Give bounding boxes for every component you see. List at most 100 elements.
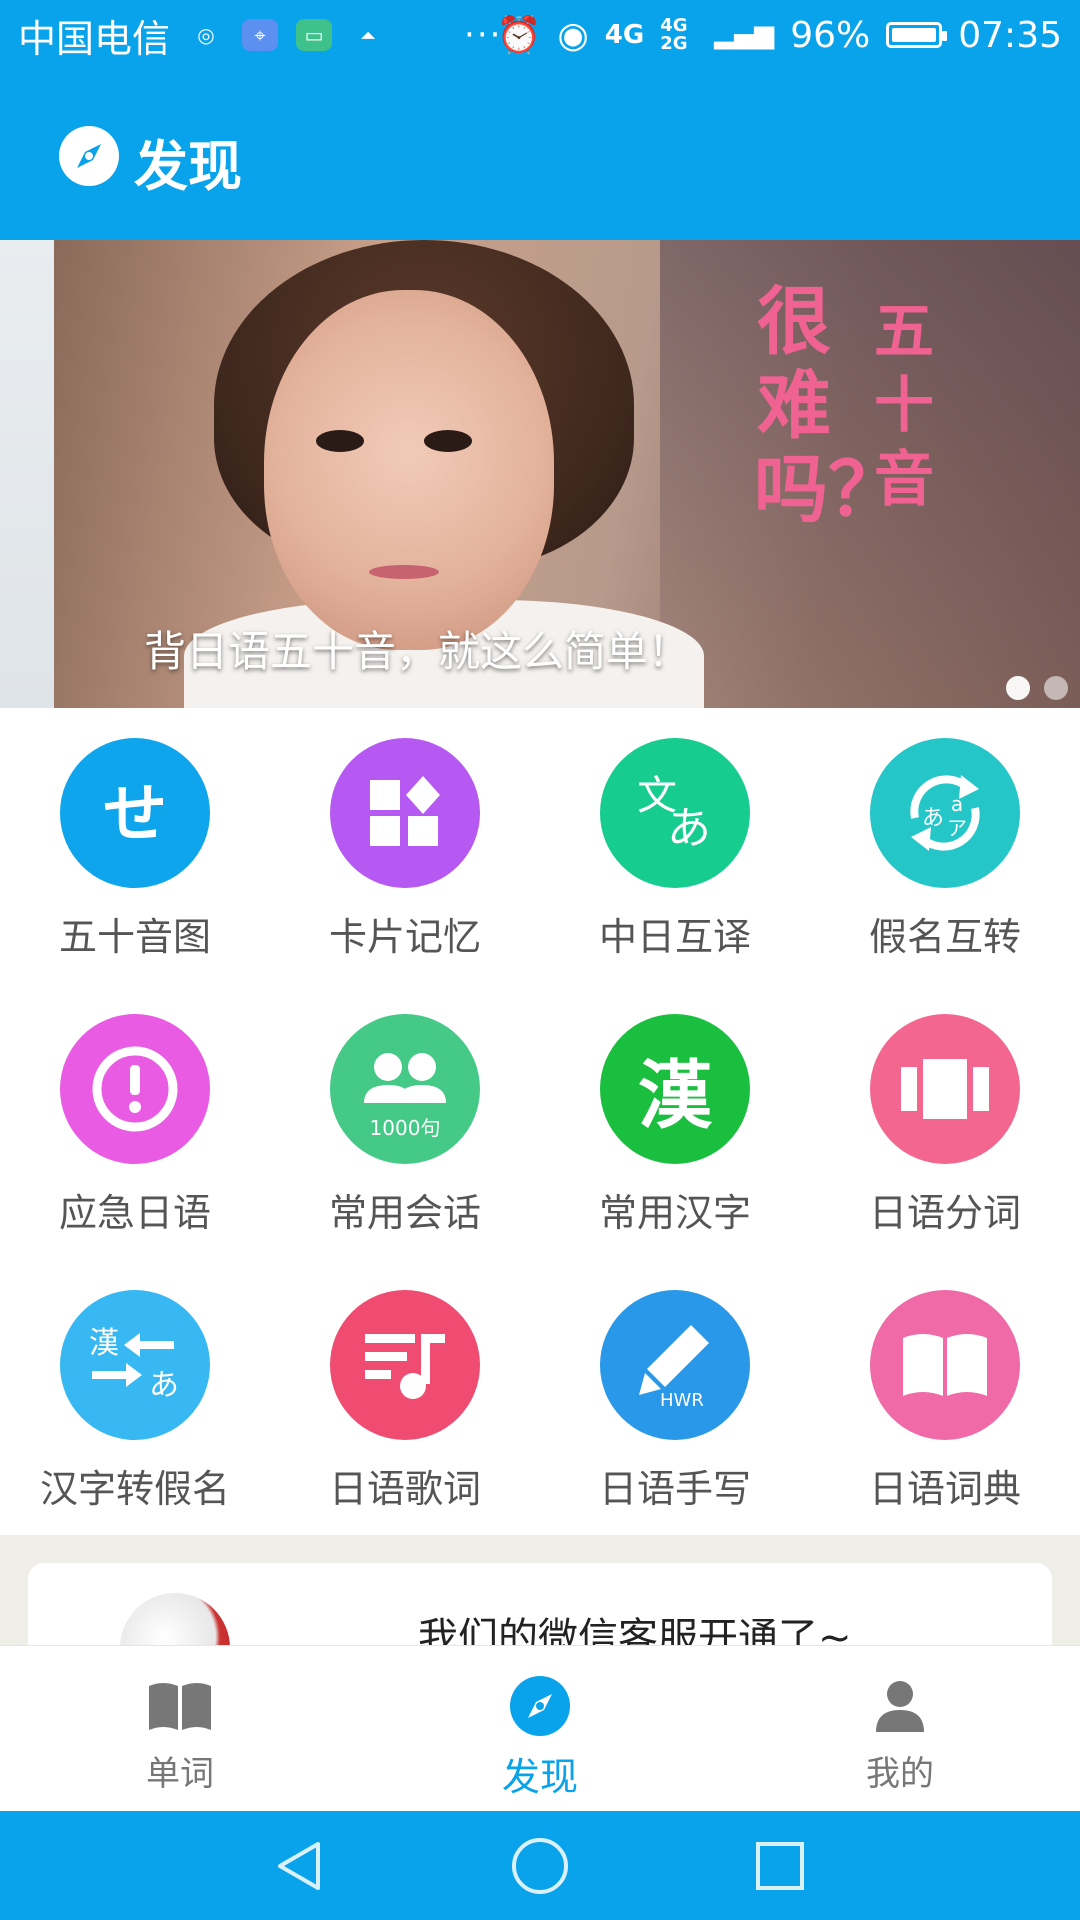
- tab-words[interactable]: 单词: [0, 1646, 360, 1812]
- svg-text:ア: ア: [947, 816, 967, 840]
- status-bar: 中国电信 ◎ ⌖ ▭ ⏶ ··· ⏰ ◉ 4G 4G 2G ▂▄▆ 96% 07…: [0, 0, 1080, 70]
- feature-icon-circle: 文 あ: [600, 738, 750, 888]
- location-icon: ⌖: [242, 19, 279, 51]
- feature-label: 应急日语: [58, 1191, 211, 1235]
- banner-deco-text-2: 五十音: [874, 297, 934, 515]
- kana-glyph: あ: [149, 1368, 179, 1403]
- feature-label: 日语手写: [598, 1467, 751, 1511]
- network-4g2g: 4G 2G: [660, 15, 688, 54]
- feature-translate[interactable]: 文 あ 中日互译: [540, 720, 810, 990]
- recents-square-icon: [756, 1841, 804, 1890]
- feature-label: 卡片记忆: [328, 915, 481, 959]
- tab-label: 单词: [146, 1754, 214, 1794]
- app-bar: 发现: [0, 70, 1080, 240]
- tab-discover[interactable]: 发现: [360, 1646, 720, 1812]
- feature-label: 汉字转假名: [39, 1467, 230, 1511]
- feature-lyrics[interactable]: 日语歌词: [270, 1272, 540, 1542]
- battery-percent: 96%: [790, 14, 871, 56]
- feature-icon-circle: 1000句: [330, 1014, 480, 1164]
- compass-icon: [59, 126, 119, 186]
- banner-carousel[interactable]: 很难吗？ 五十音 背日语五十音，就这么简单！: [0, 240, 1080, 708]
- kana-convert-icon: あ a ア: [910, 775, 980, 851]
- feature-icon-circle: [60, 1014, 210, 1164]
- feature-icon-circle: 漢 あ: [60, 1290, 210, 1440]
- carrier-label: 中国电信: [18, 16, 171, 61]
- dictionary-icon: [903, 1334, 987, 1396]
- banner-eye-right: [424, 430, 472, 452]
- compass-icon: [505, 1676, 575, 1736]
- book-icon: [145, 1676, 215, 1736]
- status-bar-left: 中国电信 ◎ ⌖ ▭ ⏶ ···: [18, 10, 502, 61]
- feature-emergency-japanese[interactable]: 应急日语: [0, 996, 270, 1266]
- feature-flashcards[interactable]: 卡片记忆: [270, 720, 540, 990]
- status-bar-right: ⏰ ◉ 4G 4G 2G ▂▄▆ 96% 07:35: [497, 10, 1062, 60]
- network-4g: 4G: [604, 20, 645, 50]
- conversation-badge: 1000句: [369, 1116, 441, 1140]
- feature-icon-circle: 漢: [600, 1014, 750, 1164]
- wifi-hotspot-icon: ◎: [197, 23, 215, 47]
- feature-icon-circle: [330, 738, 480, 888]
- feature-icon-circle: せ: [60, 738, 210, 888]
- tab-label: 我的: [866, 1754, 934, 1794]
- feature-kanji-to-kana[interactable]: 漢 あ 汉字转假名: [0, 1272, 270, 1542]
- system-navigation-bar: [0, 1811, 1080, 1920]
- feature-icon-circle: [870, 1290, 1020, 1440]
- alert-icon: [92, 1046, 178, 1132]
- handwriting-badge: HWR: [660, 1390, 704, 1411]
- segment-icon: [901, 1059, 989, 1119]
- page-title: 发现: [134, 135, 242, 198]
- feature-icon-circle: [870, 1014, 1020, 1164]
- svg-text:せ: せ: [103, 778, 167, 852]
- briefcase-icon: ▭: [296, 19, 333, 51]
- banner-deco-text-1: 很难吗？: [754, 279, 902, 533]
- cards-icon: [370, 776, 440, 846]
- feature-word-segmentation[interactable]: 日语分词: [810, 996, 1080, 1266]
- feature-grid: せ 五十音图 卡片记忆 文 あ 中日互译 あ a ア 假名互转 应急日语 100…: [0, 720, 1080, 1530]
- banner-previous-slide[interactable]: [0, 240, 54, 708]
- recents-button[interactable]: [720, 1811, 840, 1920]
- feature-kana-chart[interactable]: せ 五十音图: [0, 720, 270, 990]
- person-icon: [865, 1676, 935, 1736]
- banner-person-face: [264, 290, 554, 650]
- tab-label: 发现: [501, 1755, 578, 1799]
- feature-label: 五十音图: [58, 915, 211, 959]
- banner-caption: 背日语五十音，就这么简单！: [144, 627, 691, 676]
- feature-icon-circle: HWR: [600, 1290, 750, 1440]
- feature-conversation[interactable]: 1000句 常用会话: [270, 996, 540, 1266]
- screen: 中国电信 ◎ ⌖ ▭ ⏶ ··· ⏰ ◉ 4G 4G 2G ▂▄▆ 96% 07…: [0, 0, 1080, 1920]
- feature-label: 中日互译: [598, 915, 751, 959]
- kanji-glyph: 漢: [89, 1326, 119, 1361]
- banner-mouth: [369, 565, 439, 579]
- lyrics-icon: [365, 1334, 445, 1399]
- feature-icon-circle: あ a ア: [870, 738, 1020, 888]
- feature-label: 日语分词: [868, 1191, 1021, 1235]
- feature-label: 日语词典: [868, 1467, 1021, 1511]
- kanji-to-kana-icon: 漢 あ: [89, 1326, 179, 1403]
- svg-text:あ: あ: [667, 803, 711, 854]
- back-button[interactable]: [240, 1811, 360, 1920]
- carousel-indicator: [1006, 676, 1068, 700]
- home-button[interactable]: [480, 1811, 600, 1920]
- signal-icon: ▂▄▆: [714, 20, 775, 50]
- back-triangle-icon: [278, 1841, 320, 1890]
- feature-kana-convert[interactable]: あ a ア 假名互转: [810, 720, 1080, 990]
- feature-label: 假名互转: [868, 915, 1021, 959]
- feature-label: 常用会话: [328, 1191, 481, 1235]
- feature-label: 常用汉字: [598, 1191, 751, 1235]
- banner-image[interactable]: 很难吗？ 五十音 背日语五十音，就这么简单！: [54, 240, 1080, 708]
- clock-time: 07:35: [958, 14, 1062, 56]
- tab-mine[interactable]: 我的: [720, 1646, 1080, 1812]
- kana-se-icon: せ: [103, 778, 167, 852]
- banner-eye-left: [316, 430, 364, 452]
- feature-label: 日语歌词: [328, 1467, 481, 1511]
- feature-dictionary[interactable]: 日语词典: [810, 1272, 1080, 1542]
- carousel-dot-active[interactable]: [1006, 676, 1030, 700]
- feature-handwriting[interactable]: HWR 日语手写: [540, 1272, 810, 1542]
- bottom-tab-bar: 单词 发现 我的: [0, 1645, 1080, 1812]
- alarm-icon: ⏰: [496, 15, 542, 56]
- battery-icon: [886, 22, 948, 48]
- feature-common-kanji[interactable]: 漢 常用汉字: [540, 996, 810, 1266]
- svg-text:a: a: [951, 792, 963, 816]
- feature-icon-circle: [330, 1290, 480, 1440]
- carousel-dot[interactable]: [1044, 676, 1068, 700]
